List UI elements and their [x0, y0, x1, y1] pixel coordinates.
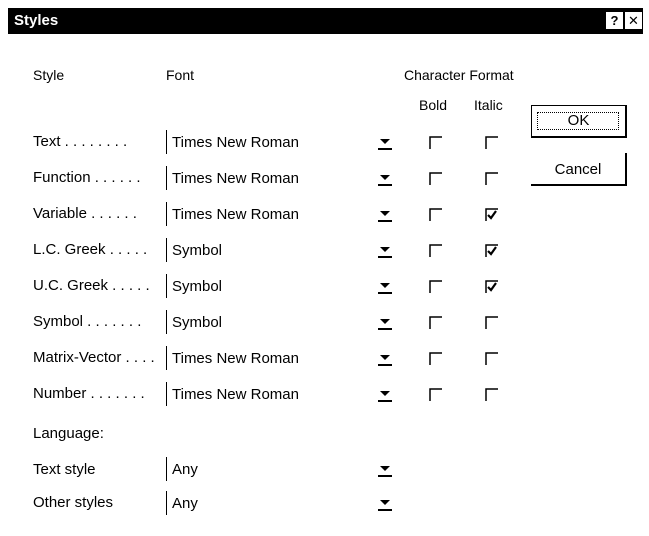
- style-row-label: U.C. Greek . . . . .: [33, 277, 150, 294]
- style-column-header: Style: [33, 67, 65, 83]
- bold-checkbox[interactable]: [429, 208, 443, 222]
- font-dropdown[interactable]: Times New Roman: [166, 166, 398, 190]
- font-value: Symbol: [172, 242, 223, 259]
- font-dropdown[interactable]: Symbol: [166, 274, 398, 298]
- dropdown-arrow-icon[interactable]: [377, 350, 393, 366]
- font-dropdown[interactable]: Times New Roman: [166, 346, 398, 370]
- font-dropdown[interactable]: Times New Roman: [166, 202, 398, 226]
- close-button[interactable]: ✕: [625, 12, 642, 29]
- bold-checkbox[interactable]: [429, 316, 443, 330]
- text-style-dropdown[interactable]: Any: [166, 457, 398, 481]
- style-row-label: Variable . . . . . .: [33, 205, 137, 222]
- dropdown-arrow-icon[interactable]: [377, 170, 393, 186]
- italic-checkbox[interactable]: [485, 388, 499, 402]
- language-heading: Language:: [33, 425, 104, 442]
- font-dropdown[interactable]: Times New Roman: [166, 382, 398, 406]
- italic-checkbox[interactable]: [485, 172, 499, 186]
- ok-button[interactable]: OK: [531, 105, 627, 138]
- bold-checkbox[interactable]: [429, 280, 443, 294]
- font-dropdown[interactable]: Times New Roman: [166, 130, 398, 154]
- font-value: Symbol: [172, 278, 223, 295]
- dropdown-arrow-icon[interactable]: [377, 278, 393, 294]
- other-styles-label: Other styles: [33, 494, 114, 511]
- style-row-label: Number . . . . . . .: [33, 385, 145, 402]
- text-style-label: Text style: [33, 461, 96, 478]
- italic-checkbox[interactable]: [485, 208, 499, 222]
- style-row-label: Matrix-Vector . . . .: [33, 349, 155, 366]
- font-column-header: Font: [166, 67, 195, 83]
- italic-checkbox[interactable]: [485, 136, 499, 150]
- dropdown-arrow-icon[interactable]: [377, 314, 393, 330]
- style-row-label: Function . . . . . .: [33, 169, 141, 186]
- character-format-header: Character Format: [404, 67, 514, 83]
- ok-button-label: OK: [567, 112, 590, 129]
- other-styles-value: Any: [172, 495, 198, 512]
- bold-checkbox[interactable]: [429, 136, 443, 150]
- cancel-button[interactable]: Cancel: [531, 153, 627, 186]
- italic-checkbox[interactable]: [485, 352, 499, 366]
- font-value: Times New Roman: [172, 350, 299, 367]
- font-value: Times New Roman: [172, 170, 299, 187]
- italic-checkbox[interactable]: [485, 280, 499, 294]
- font-value: Times New Roman: [172, 386, 299, 403]
- font-value: Times New Roman: [172, 134, 299, 151]
- text-style-value: Any: [172, 461, 198, 478]
- dropdown-arrow-icon[interactable]: [377, 206, 393, 222]
- font-value: Times New Roman: [172, 206, 299, 223]
- cancel-button-label: Cancel: [554, 161, 602, 178]
- dropdown-arrow-icon[interactable]: [377, 495, 393, 511]
- dropdown-arrow-icon[interactable]: [377, 134, 393, 150]
- italic-checkbox[interactable]: [485, 244, 499, 258]
- italic-checkbox[interactable]: [485, 316, 499, 330]
- style-row-label: Symbol . . . . . . .: [33, 313, 142, 330]
- style-row-label: L.C. Greek . . . . .: [33, 241, 148, 258]
- italic-column-header: Italic: [474, 97, 503, 113]
- dropdown-arrow-icon[interactable]: [377, 461, 393, 477]
- other-styles-dropdown[interactable]: Any: [166, 491, 398, 515]
- bold-checkbox[interactable]: [429, 352, 443, 366]
- window-title: Styles: [14, 12, 59, 29]
- bold-checkbox[interactable]: [429, 244, 443, 258]
- bold-checkbox[interactable]: [429, 388, 443, 402]
- style-row-label: Text . . . . . . . .: [33, 133, 128, 150]
- dropdown-arrow-icon[interactable]: [377, 242, 393, 258]
- font-value: Symbol: [172, 314, 223, 331]
- help-button[interactable]: ?: [606, 12, 623, 29]
- title-bar[interactable]: Styles ? ✕: [8, 8, 643, 34]
- bold-column-header: Bold: [419, 97, 448, 113]
- dropdown-arrow-icon[interactable]: [377, 386, 393, 402]
- bold-checkbox[interactable]: [429, 172, 443, 186]
- font-dropdown[interactable]: Symbol: [166, 238, 398, 262]
- font-dropdown[interactable]: Symbol: [166, 310, 398, 334]
